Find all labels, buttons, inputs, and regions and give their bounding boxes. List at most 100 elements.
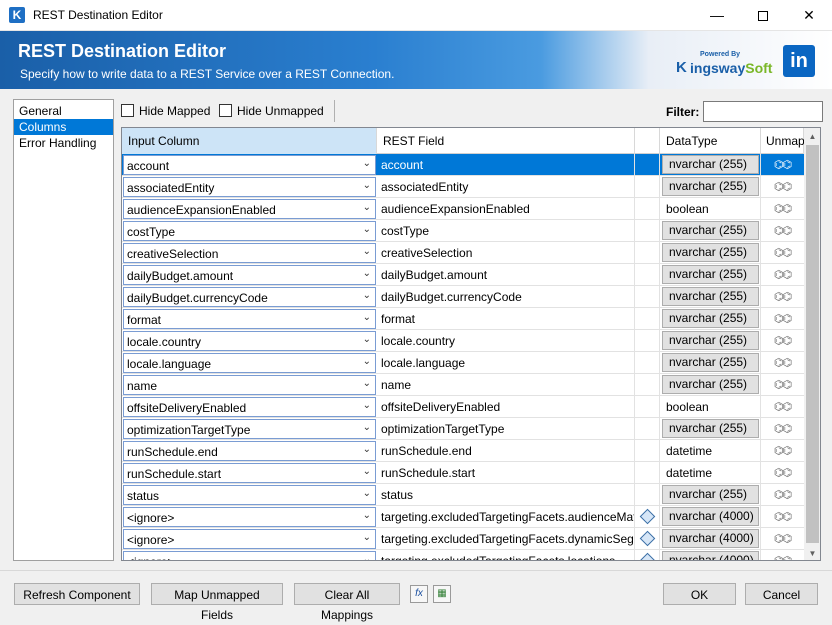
unmap-cell[interactable]: ⌬⌬ bbox=[761, 440, 804, 462]
input-column-cell[interactable]: dailyBudget.amount ⌄ bbox=[122, 264, 377, 286]
datatype-button[interactable]: nvarchar (255) bbox=[662, 309, 759, 328]
cancel-button[interactable]: Cancel bbox=[745, 583, 818, 605]
chevron-down-icon[interactable]: ⌄ bbox=[363, 400, 371, 411]
unmap-cell[interactable]: ⌬⌬ bbox=[761, 264, 804, 286]
input-column-cell[interactable]: associatedEntity ⌄ bbox=[122, 176, 377, 198]
header-datatype[interactable]: DataType bbox=[660, 128, 761, 154]
unmap-cell[interactable]: ⌬⌬ bbox=[761, 176, 804, 198]
input-column-cell[interactable]: creativeSelection ⌄ bbox=[122, 242, 377, 264]
datatype-button[interactable]: nvarchar (255) bbox=[662, 375, 759, 394]
table-row[interactable]: creativeSelection ⌄ creativeSelection nvarc… bbox=[122, 242, 804, 264]
table-row[interactable]: <ignore> ⌄ targeting.excludedTargetingFace… bbox=[122, 528, 804, 550]
chevron-down-icon[interactable]: ⌄ bbox=[363, 224, 371, 235]
datatype-cell[interactable]: nvarchar (255) bbox=[660, 242, 761, 264]
input-column-cell[interactable]: <ignore> ⌄ bbox=[122, 506, 377, 528]
chevron-down-icon[interactable]: ⌄ bbox=[363, 312, 371, 323]
unmap-cell[interactable]: ⌬⌬ bbox=[761, 528, 804, 550]
input-column-cell[interactable]: account ⌄ bbox=[122, 154, 377, 176]
input-column-cell[interactable]: optimizationTargetType ⌄ bbox=[122, 418, 377, 440]
field-marker-icon[interactable] bbox=[639, 508, 655, 525]
unmap-cell[interactable]: ⌬⌬ bbox=[761, 286, 804, 308]
chevron-down-icon[interactable]: ⌄ bbox=[363, 554, 371, 560]
chevron-down-icon[interactable]: ⌄ bbox=[363, 334, 371, 345]
table-row[interactable]: costType ⌄ costType nvarchar (255) ⌬⌬ bbox=[122, 220, 804, 242]
ok-button[interactable]: OK bbox=[663, 583, 736, 605]
hide-unmapped-checkbox[interactable] bbox=[219, 104, 232, 117]
chevron-down-icon[interactable]: ⌄ bbox=[363, 378, 371, 389]
minimize-button[interactable]: — bbox=[694, 0, 740, 31]
filter-input[interactable] bbox=[703, 101, 823, 122]
table-row[interactable]: account ⌄ account nvarchar (255) ⌬⌬ bbox=[122, 154, 804, 176]
input-column-dropdown[interactable]: offsiteDeliveryEnabled ⌄ bbox=[123, 397, 376, 417]
unmap-chain-icon[interactable]: ⌬⌬ bbox=[774, 423, 792, 435]
input-column-cell[interactable]: costType ⌄ bbox=[122, 220, 377, 242]
datatype-button[interactable]: nvarchar (255) bbox=[662, 353, 759, 372]
unmap-chain-icon[interactable]: ⌬⌬ bbox=[774, 445, 792, 457]
clear-all-mappings-button[interactable]: Clear All Mappings bbox=[294, 583, 400, 622]
unmap-chain-icon[interactable]: ⌬⌬ bbox=[774, 533, 792, 545]
datatype-button[interactable]: nvarchar (255) bbox=[662, 177, 759, 196]
chevron-down-icon[interactable]: ⌄ bbox=[363, 510, 371, 521]
linkedin-icon[interactable]: in bbox=[783, 45, 815, 77]
input-column-dropdown[interactable]: <ignore> ⌄ bbox=[123, 507, 376, 527]
input-column-dropdown[interactable]: dailyBudget.currencyCode ⌄ bbox=[123, 287, 376, 307]
unmap-cell[interactable]: ⌬⌬ bbox=[761, 506, 804, 528]
input-column-dropdown[interactable]: optimizationTargetType ⌄ bbox=[123, 419, 376, 439]
unmap-chain-icon[interactable]: ⌬⌬ bbox=[774, 489, 792, 501]
datatype-cell[interactable]: nvarchar (255) bbox=[660, 286, 761, 308]
unmap-cell[interactable]: ⌬⌬ bbox=[761, 484, 804, 506]
input-column-cell[interactable]: format ⌄ bbox=[122, 308, 377, 330]
nav-item-error-handling[interactable]: Error Handling bbox=[14, 135, 113, 151]
datatype-cell[interactable]: nvarchar (255) bbox=[660, 352, 761, 374]
chevron-down-icon[interactable]: ⌄ bbox=[363, 246, 371, 257]
unmap-cell[interactable]: ⌬⌬ bbox=[761, 198, 804, 220]
unmap-chain-icon[interactable]: ⌬⌬ bbox=[774, 181, 792, 193]
spreadsheet-export-icon[interactable]: ▦ bbox=[433, 585, 451, 603]
table-row[interactable]: locale.country ⌄ locale.country nvarchar (2… bbox=[122, 330, 804, 352]
chevron-down-icon[interactable]: ⌄ bbox=[363, 532, 371, 543]
datatype-cell[interactable]: datetime bbox=[660, 440, 761, 462]
header-unmap[interactable]: Unmap bbox=[761, 128, 805, 154]
datatype-button[interactable]: nvarchar (4000) bbox=[662, 507, 759, 526]
header-input-column[interactable]: Input Column bbox=[122, 128, 377, 154]
unmap-chain-icon[interactable]: ⌬⌬ bbox=[774, 379, 792, 391]
input-column-dropdown[interactable]: runSchedule.end ⌄ bbox=[123, 441, 376, 461]
input-column-dropdown[interactable]: locale.language ⌄ bbox=[123, 353, 376, 373]
datatype-button[interactable]: nvarchar (255) bbox=[662, 485, 759, 504]
scroll-up-icon[interactable]: ▲ bbox=[804, 128, 820, 145]
datatype-cell[interactable]: boolean bbox=[660, 396, 761, 418]
unmap-cell[interactable]: ⌬⌬ bbox=[761, 418, 804, 440]
datatype-cell[interactable]: nvarchar (255) bbox=[660, 308, 761, 330]
unmap-chain-icon[interactable]: ⌬⌬ bbox=[774, 467, 792, 479]
chevron-down-icon[interactable]: ⌄ bbox=[363, 268, 371, 279]
datatype-button[interactable]: nvarchar (255) bbox=[662, 243, 759, 262]
table-row[interactable]: dailyBudget.currencyCode ⌄ dailyBudget.cur… bbox=[122, 286, 804, 308]
input-column-cell[interactable]: name ⌄ bbox=[122, 374, 377, 396]
unmap-chain-icon[interactable]: ⌬⌬ bbox=[774, 555, 792, 560]
header-rest-field[interactable]: REST Field bbox=[377, 128, 635, 154]
input-column-dropdown[interactable]: status ⌄ bbox=[123, 485, 376, 505]
table-row[interactable]: associatedEntity ⌄ associatedEntity nvarcha… bbox=[122, 176, 804, 198]
datatype-button[interactable]: nvarchar (4000) bbox=[662, 529, 759, 548]
datatype-cell[interactable]: nvarchar (4000) bbox=[660, 528, 761, 550]
input-column-dropdown[interactable]: <ignore> ⌄ bbox=[123, 551, 376, 560]
nav-item-general[interactable]: General bbox=[14, 103, 113, 119]
chevron-down-icon[interactable]: ⌄ bbox=[363, 202, 371, 213]
datatype-cell[interactable]: nvarchar (255) bbox=[660, 330, 761, 352]
chevron-down-icon[interactable]: ⌄ bbox=[363, 422, 371, 433]
table-row[interactable]: optimizationTargetType ⌄ optimizationTarge… bbox=[122, 418, 804, 440]
input-column-dropdown[interactable]: costType ⌄ bbox=[123, 221, 376, 241]
unmap-cell[interactable]: ⌬⌬ bbox=[761, 330, 804, 352]
unmap-cell[interactable]: ⌬⌬ bbox=[761, 374, 804, 396]
table-row[interactable]: <ignore> ⌄ targeting.excludedTargetingFace… bbox=[122, 550, 804, 560]
input-column-dropdown[interactable]: associatedEntity ⌄ bbox=[123, 177, 376, 197]
datatype-button[interactable]: nvarchar (4000) bbox=[662, 551, 759, 560]
refresh-component-button[interactable]: Refresh Component bbox=[14, 583, 140, 605]
unmap-chain-icon[interactable]: ⌬⌬ bbox=[774, 225, 792, 237]
input-column-cell[interactable]: <ignore> ⌄ bbox=[122, 528, 377, 550]
datatype-cell[interactable]: nvarchar (255) bbox=[660, 154, 761, 176]
input-column-cell[interactable]: locale.language ⌄ bbox=[122, 352, 377, 374]
unmap-cell[interactable]: ⌬⌬ bbox=[761, 396, 804, 418]
input-column-dropdown[interactable]: <ignore> ⌄ bbox=[123, 529, 376, 549]
chevron-down-icon[interactable]: ⌄ bbox=[363, 158, 371, 169]
